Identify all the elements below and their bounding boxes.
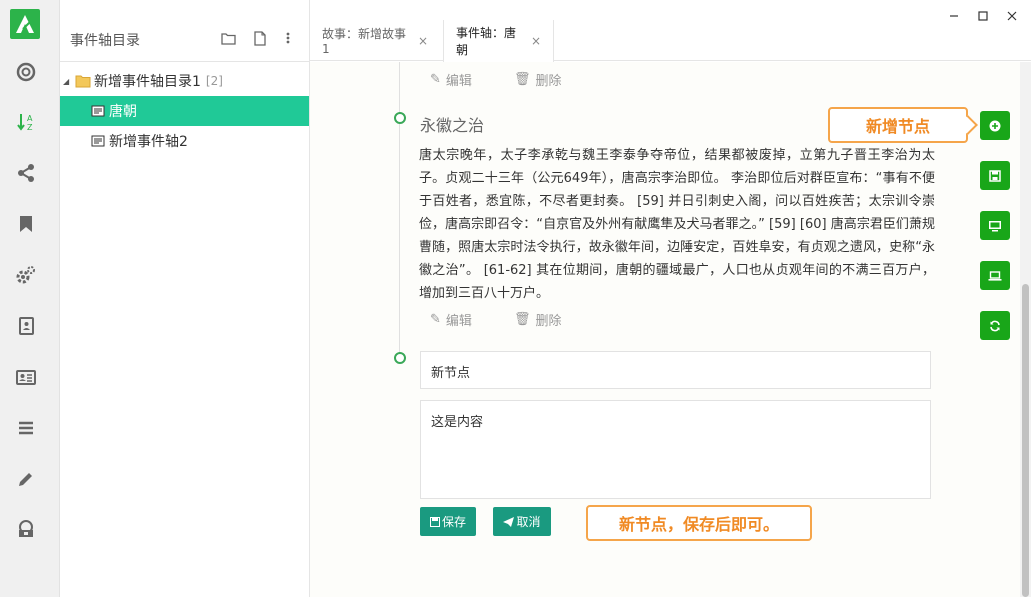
cogs-icon[interactable]	[14, 263, 38, 287]
tree-item-label: 唐朝	[109, 104, 137, 120]
delete-label: 删除	[535, 314, 562, 329]
tab-timeline[interactable]: 事件轴：唐朝 ×	[443, 20, 554, 62]
add-node-callout: 新增节点	[828, 107, 978, 143]
save-icon	[429, 516, 440, 527]
save-hint-text: 新节点，保存后即可。	[618, 515, 779, 534]
laptop-icon	[988, 270, 1002, 281]
timeline-line	[399, 62, 400, 362]
plus-circle-icon	[989, 120, 1001, 131]
timeline-file-icon	[91, 105, 105, 117]
scrollbar-thumb[interactable]	[1022, 284, 1029, 597]
timeline-node-dot	[394, 112, 406, 124]
edit-button[interactable]: ✎ 编辑	[430, 70, 472, 89]
timeline-content: ✎ 编辑 🗑 删除 永徽之治 唐太宗晚年，太子李承乾与魏王李泰争夺帝位，结果都被废掉…	[310, 62, 1020, 597]
save-hint-callout: 新节点，保存后即可。	[586, 505, 812, 541]
contacts-book-icon[interactable]	[14, 314, 38, 338]
pencil-icon: ✎	[430, 312, 441, 327]
trash-icon: 🗑	[514, 312, 531, 327]
trash-icon: 🗑	[514, 72, 531, 87]
tree-item-tang[interactable]: 唐朝	[60, 96, 309, 126]
timeline-file-icon	[91, 135, 105, 147]
vertical-scrollbar[interactable]	[1020, 62, 1031, 597]
bookmark-icon[interactable]	[14, 212, 38, 236]
callout-pointer	[958, 115, 978, 135]
new-node-content-textarea[interactable]: 这是内容	[420, 400, 931, 499]
id-card-icon[interactable]	[14, 365, 38, 389]
save-button[interactable]: 保存	[420, 507, 476, 536]
collapse-triangle-icon[interactable]: ◢	[63, 77, 73, 86]
cancel-label: 取消	[516, 515, 541, 529]
new-node-title-input[interactable]: 新节点	[420, 351, 931, 389]
desktop-view-button[interactable]	[980, 211, 1010, 240]
new-node-dot	[394, 352, 406, 364]
edit-label: 编辑	[445, 314, 472, 329]
tree-item-new-timeline-2[interactable]: 新增事件轴2	[60, 126, 309, 156]
tree-item-label: 新增事件轴2	[109, 134, 188, 150]
more-vertical-icon[interactable]	[280, 30, 296, 46]
delete-label: 删除	[535, 74, 562, 89]
tree-title: 事件轴目录	[70, 33, 140, 49]
lifebuoy-icon[interactable]	[14, 60, 38, 84]
refresh-icon	[990, 320, 1000, 331]
add-node-callout-text: 新增节点	[865, 117, 930, 136]
node-title: 永徽之治	[420, 116, 485, 135]
delete-button[interactable]: 🗑 删除	[514, 310, 562, 329]
tab-story[interactable]: 故事：新增故事1 ×	[310, 20, 440, 61]
tree-header: 事件轴目录	[60, 0, 310, 62]
new-folder-icon[interactable]	[220, 30, 236, 46]
delete-button[interactable]: 🗑 删除	[514, 70, 562, 89]
left-rail: AZ	[0, 0, 60, 597]
app-logo-icon	[10, 9, 40, 39]
app-window: AZ 事件轴目录 ◢ 新增事件轴目录1 [2] 唐朝 新增事件轴2 故事：新增故…	[0, 0, 1031, 597]
tab-bar: 故事：新增故事1 × 事件轴：唐朝 ×	[310, 20, 1031, 62]
lock-settings-icon[interactable]	[14, 516, 38, 540]
timeline-directory-panel: 事件轴目录 ◢ 新增事件轴目录1 [2] 唐朝 新增事件轴2	[60, 0, 310, 597]
tab-close-icon[interactable]: ×	[418, 34, 428, 48]
laptop-view-button[interactable]	[980, 261, 1010, 290]
add-node-button[interactable]	[980, 111, 1010, 140]
save-label: 保存	[441, 515, 466, 529]
monitor-icon	[989, 220, 1001, 231]
pencil-icon: ✎	[430, 72, 441, 87]
edit-button[interactable]: ✎ 编辑	[430, 310, 472, 329]
tree-folder-node[interactable]: ◢ 新增事件轴目录1 [2]	[60, 66, 309, 96]
menu-list-icon[interactable]	[14, 416, 38, 440]
node-body: 唐太宗晚年，太子李承乾与魏王李泰争夺帝位，结果都被废掉，立第九子晋王李治为太子。…	[419, 148, 935, 301]
share-icon[interactable]	[14, 161, 38, 185]
cancel-button[interactable]: 取消	[493, 507, 551, 536]
folder-label: 新增事件轴目录1	[94, 74, 201, 90]
folder-count: [2]	[205, 74, 223, 88]
sort-az-icon[interactable]: AZ	[14, 110, 38, 134]
send-icon	[503, 516, 515, 527]
floppy-icon	[989, 169, 1001, 182]
edit-label: 编辑	[445, 74, 472, 89]
pencil-icon[interactable]	[14, 467, 38, 491]
folder-icon	[75, 74, 91, 88]
save-timeline-button[interactable]	[980, 161, 1010, 190]
svg-text:Z: Z	[27, 123, 33, 132]
refresh-button[interactable]	[980, 311, 1010, 340]
tab-label: 事件轴：唐朝	[456, 26, 517, 57]
svg-text:A: A	[27, 114, 33, 123]
tab-close-icon[interactable]: ×	[531, 34, 541, 48]
tab-label: 故事：新增故事1	[322, 27, 407, 56]
new-file-icon[interactable]	[252, 30, 268, 46]
